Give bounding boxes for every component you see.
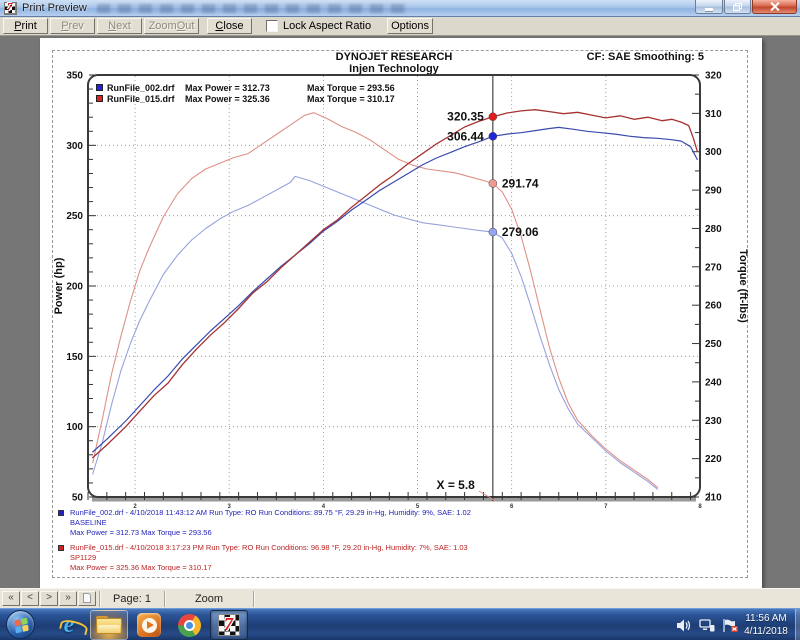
notification-area <box>670 609 738 640</box>
svg-text:250: 250 <box>66 211 83 222</box>
folder-icon <box>96 616 122 634</box>
svg-text:8: 8 <box>698 504 702 510</box>
taskbar-winpep-active[interactable]: 7 <box>210 610 248 640</box>
chrome-icon <box>178 614 201 637</box>
media-player-icon <box>137 613 161 637</box>
svg-text:230: 230 <box>705 416 722 427</box>
cursor-x-label: X = 5.8 <box>436 478 475 492</box>
window-titlebar: 7 Print Preview <box>0 0 800 17</box>
last-page-button[interactable]: » <box>59 591 77 606</box>
page-setup-button[interactable] <box>78 591 96 606</box>
cursor-dot-runfile-002-torque <box>489 228 497 236</box>
preview-page: DYNOJET RESEARCH Injen Technology CF: SA… <box>40 38 762 588</box>
svg-text:300: 300 <box>705 147 722 158</box>
taskbar-internet-explorer[interactable]: e <box>50 610 88 640</box>
lock-aspect-ratio-option: Lock Aspect Ratio <box>266 20 371 32</box>
first-page-button[interactable]: « <box>2 591 20 606</box>
minimize-icon <box>705 8 713 11</box>
cursor-value-runfile-015-power: 320.35 <box>447 110 484 124</box>
cursor-value-runfile-015-torque: 291.74 <box>502 176 539 190</box>
legend-swatch-blue <box>96 84 103 91</box>
taskbar-media-player[interactable] <box>130 610 168 640</box>
chart-legend: RunFile_002.drf Max Power = 312.73 Max T… <box>96 82 395 104</box>
run-note-runfile-002: RunFile_002.drf - 4/10/2018 11:43:12 AM … <box>58 508 618 538</box>
curve-runfile-002-power <box>93 127 698 452</box>
action-center-flag-icon[interactable] <box>722 619 738 632</box>
preview-statusbar: « < > » Page: 1 Zoom <box>0 588 800 608</box>
run-swatch-red <box>58 545 64 551</box>
windows-taskbar: e 7 <box>0 608 800 640</box>
curve-runfile-015-torque <box>93 113 658 488</box>
svg-text:270: 270 <box>705 262 722 273</box>
start-button[interactable] <box>6 610 35 639</box>
svg-text:210: 210 <box>705 493 722 504</box>
page-indicator: Page: 1 <box>100 593 164 605</box>
dyno-plot: 50 100 150 200 250 300 350 210 220 230 240 250 260 27… <box>40 38 762 588</box>
legend-swatch-red <box>96 95 103 102</box>
show-desktop-button[interactable] <box>795 609 800 640</box>
svg-text:260: 260 <box>705 301 722 312</box>
svg-text:250: 250 <box>705 339 722 350</box>
window-title: Print Preview <box>22 2 87 14</box>
options-button[interactable]: Options <box>387 18 433 34</box>
svg-text:50: 50 <box>72 493 84 504</box>
winpep-app-icon: 7 <box>4 2 17 15</box>
windows-logo-icon <box>14 618 29 634</box>
svg-text:100: 100 <box>66 422 83 433</box>
clock-time: 11:56 AM <box>740 612 792 625</box>
zoom-panel: Zoom <box>165 593 253 605</box>
network-icon[interactable] <box>699 619 715 632</box>
svg-text:150: 150 <box>66 352 83 363</box>
svg-text:320: 320 <box>705 71 722 82</box>
page-icon <box>83 593 91 603</box>
next-page-button-small[interactable]: > <box>40 591 58 606</box>
page-navigation: « < > » <box>0 591 99 606</box>
cursor-value-runfile-002-power: 306.44 <box>447 129 484 143</box>
svg-text:310: 310 <box>705 109 722 120</box>
cursor-dot-runfile-002-power <box>489 132 497 140</box>
speaker-icon[interactable] <box>677 619 692 632</box>
internet-explorer-icon: e <box>64 612 75 639</box>
winpep-checkered-icon: 7 <box>218 614 240 636</box>
cursor-dot-runfile-015-power <box>489 113 497 121</box>
desktop: 7 Print Preview Print Prev Next Zoom Out… <box>0 0 800 640</box>
statusbar-separator <box>253 591 254 607</box>
svg-text:200: 200 <box>66 282 83 293</box>
svg-text:240: 240 <box>705 377 722 388</box>
legend-row-runfile-002: RunFile_002.drf Max Power = 312.73 Max T… <box>96 82 395 93</box>
zoom-out-button[interactable]: Zoom Out <box>144 18 199 34</box>
taskbar-windows-explorer[interactable] <box>90 610 128 640</box>
next-page-button[interactable]: Next <box>97 18 142 34</box>
svg-text:350: 350 <box>66 71 83 82</box>
close-window-button[interactable] <box>752 0 797 14</box>
run-swatch-blue <box>58 510 64 516</box>
minimize-button[interactable] <box>695 0 723 14</box>
svg-text:300: 300 <box>66 141 83 152</box>
svg-text:290: 290 <box>705 186 722 197</box>
preview-area: DYNOJET RESEARCH Injen Technology CF: SA… <box>0 36 800 588</box>
svg-text:280: 280 <box>705 224 722 235</box>
lock-aspect-ratio-label: Lock Aspect Ratio <box>283 20 371 32</box>
taskbar-clock[interactable]: 11:56 AM 4/11/2018 <box>740 612 792 638</box>
redacted-title-text <box>97 4 407 13</box>
cursor-dot-runfile-015-torque <box>489 179 497 187</box>
previous-page-button[interactable]: < <box>21 591 39 606</box>
window-controls <box>694 0 797 14</box>
taskbar-chrome[interactable] <box>170 610 208 640</box>
print-button[interactable]: Print <box>3 18 48 34</box>
curve-runfile-002-torque <box>93 176 658 489</box>
close-icon <box>770 2 779 11</box>
legend-row-runfile-015: RunFile_015.drf Max Power = 325.36 Max T… <box>96 93 395 104</box>
close-preview-button[interactable]: Close <box>207 18 252 34</box>
run-note-runfile-015: RunFile_015.drf - 4/10/2018 3:17:23 PM R… <box>58 543 618 573</box>
cursor-value-runfile-002-torque: 279.06 <box>502 225 539 239</box>
restore-icon <box>733 3 742 11</box>
clock-date: 4/11/2018 <box>740 625 792 638</box>
prev-page-button[interactable]: Prev <box>50 18 95 34</box>
restore-button[interactable] <box>724 0 751 14</box>
print-preview-toolbar: Print Prev Next Zoom Out Close Lock Aspe… <box>0 17 800 36</box>
curve-runfile-015-power <box>93 110 698 458</box>
svg-text:220: 220 <box>705 454 722 465</box>
lock-aspect-ratio-checkbox[interactable] <box>266 20 278 32</box>
